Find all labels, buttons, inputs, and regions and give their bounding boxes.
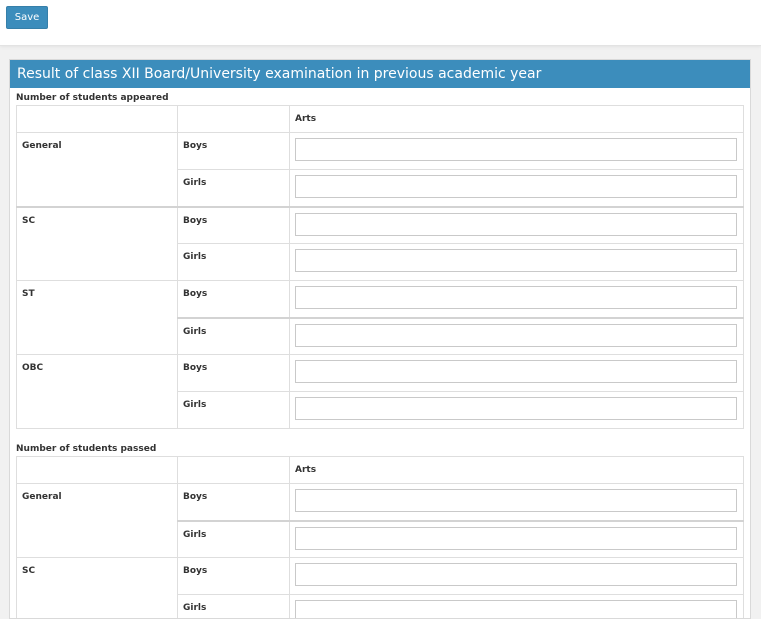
- table-row: General Boys: [17, 484, 744, 521]
- gender-label: Girls: [178, 170, 290, 207]
- header-empty-cell: [17, 106, 178, 133]
- appeared-st-girls-input[interactable]: [295, 324, 737, 347]
- appeared-general-girls-input[interactable]: [295, 175, 737, 198]
- gender-label: Girls: [178, 244, 290, 281]
- passed-sc-boys-input[interactable]: [295, 563, 737, 586]
- passed-sc-girls-input[interactable]: [295, 600, 737, 619]
- appeared-obc-girls-input[interactable]: [295, 397, 737, 420]
- category-label: General: [17, 484, 178, 558]
- input-cell: [290, 170, 744, 207]
- gender-label: Boys: [178, 133, 290, 170]
- passed-table: Arts General Boys Girls SC Boys Girls: [16, 456, 744, 619]
- gender-label: Girls: [178, 521, 290, 558]
- category-label: SC: [17, 207, 178, 281]
- top-toolbar: Save: [0, 0, 761, 46]
- input-cell: [290, 521, 744, 558]
- appeared-general-boys-input[interactable]: [295, 138, 737, 161]
- input-cell: [290, 207, 744, 244]
- section-title-appeared: Number of students appeared: [16, 88, 744, 105]
- appeared-st-boys-input[interactable]: [295, 286, 737, 309]
- header-empty-cell: [178, 457, 290, 484]
- panel-title: Result of class XII Board/University exa…: [10, 60, 750, 88]
- column-header-arts: Arts: [290, 106, 744, 133]
- category-label: General: [17, 133, 178, 207]
- table-header-row: Arts: [17, 106, 744, 133]
- gender-label: Boys: [178, 558, 290, 595]
- panel-body: Number of students appeared Arts General…: [10, 88, 750, 619]
- table-row: General Boys: [17, 133, 744, 170]
- input-cell: [290, 392, 744, 429]
- passed-general-boys-input[interactable]: [295, 489, 737, 512]
- gender-label: Boys: [178, 207, 290, 244]
- gender-label: Boys: [178, 355, 290, 392]
- gender-label: Boys: [178, 484, 290, 521]
- gender-label: Girls: [178, 392, 290, 429]
- appeared-sc-boys-input[interactable]: [295, 213, 737, 236]
- appeared-sc-girls-input[interactable]: [295, 249, 737, 272]
- table-row: SC Boys: [17, 207, 744, 244]
- section-title-passed: Number of students passed: [16, 439, 744, 456]
- exam-result-panel: Result of class XII Board/University exa…: [9, 59, 751, 619]
- header-empty-cell: [17, 457, 178, 484]
- category-label: ST: [17, 281, 178, 355]
- table-row: OBC Boys: [17, 355, 744, 392]
- column-header-arts: Arts: [290, 457, 744, 484]
- table-header-row: Arts: [17, 457, 744, 484]
- category-label: SC: [17, 558, 178, 619]
- header-empty-cell: [178, 106, 290, 133]
- input-cell: [290, 484, 744, 521]
- input-cell: [290, 244, 744, 281]
- passed-general-girls-input[interactable]: [295, 527, 737, 550]
- input-cell: [290, 595, 744, 619]
- gender-label: Girls: [178, 595, 290, 619]
- gender-label: Boys: [178, 281, 290, 318]
- input-cell: [290, 281, 744, 318]
- appeared-obc-boys-input[interactable]: [295, 360, 737, 383]
- gender-label: Girls: [178, 318, 290, 355]
- appeared-table: Arts General Boys Girls SC Boys Girls: [16, 105, 744, 429]
- input-cell: [290, 355, 744, 392]
- input-cell: [290, 133, 744, 170]
- category-label: OBC: [17, 355, 178, 429]
- table-row: ST Boys: [17, 281, 744, 318]
- input-cell: [290, 318, 744, 355]
- save-button[interactable]: Save: [6, 6, 48, 29]
- table-row: SC Boys: [17, 558, 744, 595]
- input-cell: [290, 558, 744, 595]
